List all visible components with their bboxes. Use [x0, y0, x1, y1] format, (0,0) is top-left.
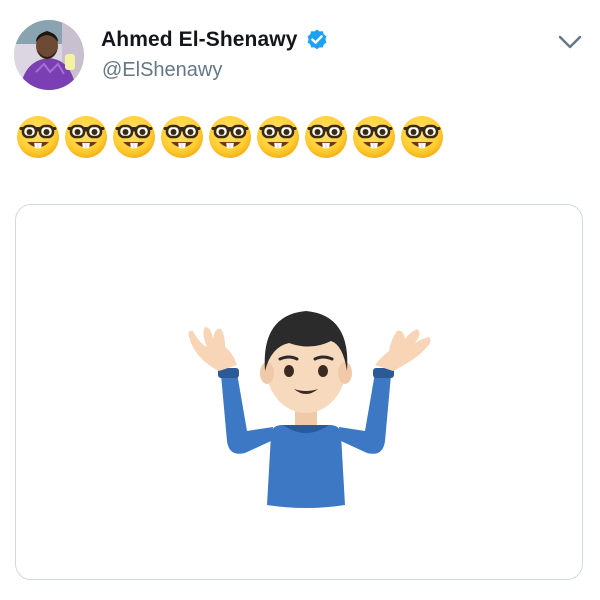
tweet-text — [16, 115, 444, 159]
nerd-face-emoji-icon — [160, 115, 204, 159]
nerd-face-emoji-icon — [256, 115, 300, 159]
nerd-face-emoji-icon — [400, 115, 444, 159]
nerd-face-emoji-icon — [304, 115, 348, 159]
man-shrugging-emoji-icon — [188, 311, 431, 508]
nerd-face-emoji-icon — [16, 115, 60, 159]
tweet-card[interactable]: Ahmed El-Shenawy @ElShenawy — [0, 0, 600, 600]
author-avatar[interactable] — [14, 20, 84, 90]
nerd-face-emoji-icon — [64, 115, 108, 159]
author-display-name[interactable]: Ahmed El-Shenawy — [101, 28, 297, 52]
nerd-face-emoji-icon — [208, 115, 252, 159]
tweet-media-image[interactable] — [15, 204, 583, 580]
author-name-row: Ahmed El-Shenawy — [101, 28, 329, 52]
verified-badge-icon — [305, 28, 329, 52]
chevron-down-icon[interactable] — [556, 32, 584, 52]
author-handle[interactable]: @ElShenawy — [102, 59, 222, 82]
nerd-face-emoji-icon — [112, 115, 156, 159]
nerd-face-emoji-icon — [352, 115, 396, 159]
